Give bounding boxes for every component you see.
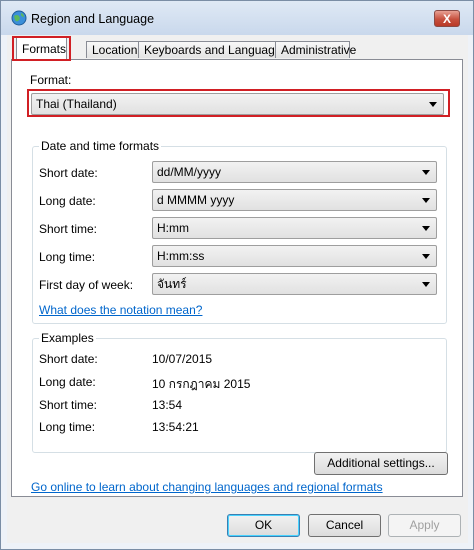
example-short-time-label: Short time:	[39, 398, 98, 412]
globe-icon	[11, 10, 27, 26]
notation-help-link[interactable]: What does the notation mean?	[39, 303, 202, 317]
example-long-time-value: 13:54:21	[152, 420, 199, 434]
cancel-button[interactable]: Cancel	[308, 514, 381, 537]
first-day-of-week-value: จันทร์	[157, 277, 187, 291]
tab-formats-highlight	[12, 36, 71, 61]
long-date-label: Long date:	[39, 194, 96, 208]
example-short-time-value: 13:54	[152, 398, 183, 412]
format-label: Format:	[30, 73, 72, 87]
chevron-down-icon	[422, 226, 430, 231]
example-short-date-value: 10/07/2015	[152, 352, 213, 366]
long-date-select[interactable]: d MMMM yyyy	[152, 189, 437, 211]
long-date-value: d MMMM yyyy	[157, 193, 235, 207]
first-day-of-week-select[interactable]: จันทร์	[152, 273, 437, 295]
format-select-highlight	[27, 89, 450, 117]
short-time-label: Short time:	[39, 222, 98, 236]
long-time-label: Long time:	[39, 250, 96, 264]
dialog-client-area: Location Keyboards and Languages Adminis…	[7, 35, 468, 543]
tab-keyboards-languages[interactable]: Keyboards and Languages	[138, 41, 287, 58]
tab-administrative[interactable]: Administrative	[275, 41, 356, 58]
chevron-down-icon	[422, 254, 430, 259]
examples-title: Examples	[39, 331, 96, 345]
long-time-value: H:mm:ss	[157, 249, 205, 263]
close-button[interactable]: X	[434, 10, 460, 27]
additional-settings-button[interactable]: Additional settings...	[314, 452, 448, 475]
window-title: Region and Language	[31, 12, 155, 26]
short-date-label: Short date:	[39, 166, 98, 180]
short-date-value: dd/MM/yyyy	[157, 165, 222, 179]
short-date-select[interactable]: dd/MM/yyyy	[152, 161, 437, 183]
region-language-dialog: Region and Language X Location Keyboards…	[0, 0, 474, 550]
online-regional-formats-link[interactable]: Go online to learn about changing langua…	[31, 480, 383, 494]
first-day-of-week-label: First day of week:	[39, 278, 134, 292]
formats-panel: Format: Thai (Thailand) Date and time fo…	[11, 59, 463, 497]
example-long-date-value: 10 กรกฎาคม 2015	[152, 377, 251, 391]
ok-button[interactable]: OK	[227, 514, 300, 537]
chevron-down-icon	[422, 170, 430, 175]
short-time-value: H:mm	[157, 221, 189, 235]
examples-group: Examples Short date: 10/07/2015 Long dat…	[32, 331, 447, 453]
example-long-date-label: Long date:	[39, 375, 96, 389]
chevron-down-icon	[422, 282, 430, 287]
long-time-select[interactable]: H:mm:ss	[152, 245, 437, 267]
tab-location[interactable]: Location	[86, 41, 139, 58]
date-time-formats-group: Date and time formats Short date: dd/MM/…	[32, 139, 447, 324]
example-short-date-label: Short date:	[39, 352, 98, 366]
chevron-down-icon	[422, 198, 430, 203]
date-time-formats-title: Date and time formats	[39, 139, 162, 153]
apply-button[interactable]: Apply	[388, 514, 461, 537]
example-long-time-label: Long time:	[39, 420, 96, 434]
title-bar[interactable]: Region and Language X	[1, 1, 473, 35]
short-time-select[interactable]: H:mm	[152, 217, 437, 239]
